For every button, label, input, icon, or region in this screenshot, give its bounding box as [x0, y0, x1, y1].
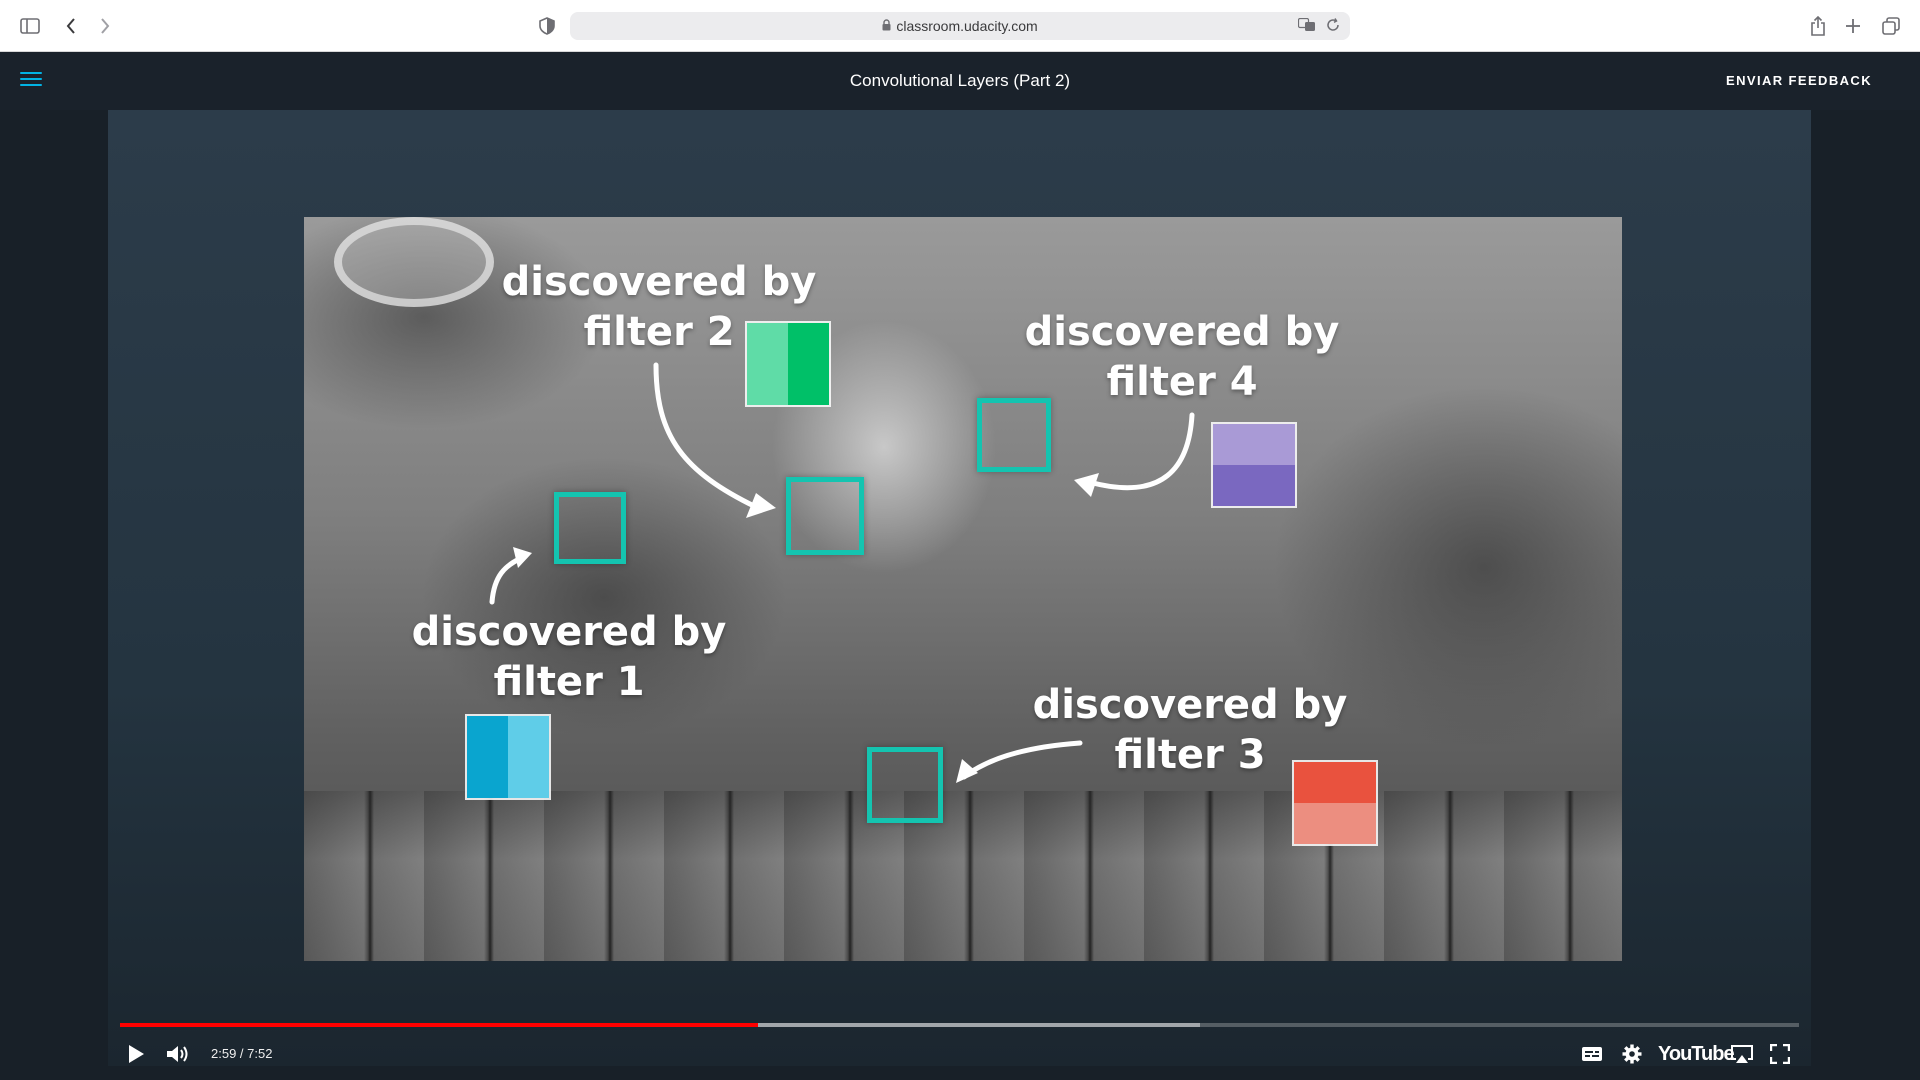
address-bar[interactable]: classroom.udacity.com	[570, 12, 1350, 40]
filter1-swatch-light	[508, 716, 549, 798]
time-display: 2:59 / 7:52	[211, 1046, 273, 1061]
sidebar-icon[interactable]	[17, 13, 43, 39]
hamburger-menu-icon[interactable]	[20, 68, 42, 90]
youtube-logo[interactable]: YouTube	[1658, 1036, 1735, 1072]
browser-toolbar: classroom.udacity.com	[0, 0, 1920, 52]
filter1-label-line1: discovered by	[411, 609, 727, 655]
progress-bar[interactable]	[120, 1023, 1799, 1027]
reload-icon[interactable]	[1326, 18, 1340, 35]
feature-box-filter4	[977, 398, 1051, 472]
new-tab-icon[interactable]	[1840, 13, 1866, 39]
feature-box-filter1	[554, 492, 626, 564]
send-feedback-button[interactable]: ENVIAR FEEDBACK	[1726, 52, 1872, 110]
filter2-swatch	[745, 321, 831, 407]
shield-icon[interactable]	[534, 13, 560, 39]
filter4-label-line2: filter 4	[1106, 359, 1258, 405]
video-player[interactable]: discovered by filter 2 discovered by fil…	[108, 110, 1811, 1066]
share-icon[interactable]	[1805, 13, 1831, 39]
back-icon[interactable]	[58, 13, 84, 39]
captions-icon[interactable]	[1574, 1036, 1610, 1072]
filter2-swatch-light	[747, 323, 788, 405]
translate-icon[interactable]	[1297, 17, 1316, 35]
filter3-label-line1: discovered by	[1032, 682, 1348, 728]
url-text: classroom.udacity.com	[896, 18, 1038, 34]
forward-icon[interactable]	[92, 13, 118, 39]
lesson-title: Convolutional Layers (Part 2)	[849, 71, 1071, 90]
filter4-swatch-dark	[1213, 465, 1295, 506]
classroom-header: Convolutional Layers (Part 2) ENVIAR FEE…	[0, 52, 1920, 110]
filter2-label-line1: discovered by	[501, 259, 817, 305]
filter1-swatch	[465, 714, 551, 800]
filter3-swatch-dark	[1294, 762, 1376, 803]
feature-box-filter3	[867, 747, 943, 823]
filter1-label-line2: filter 1	[493, 659, 645, 705]
fullscreen-icon[interactable]	[1762, 1036, 1798, 1072]
tabs-icon[interactable]	[1878, 13, 1904, 39]
settings-icon[interactable]	[1614, 1036, 1650, 1072]
progress-played	[120, 1023, 759, 1027]
play-icon[interactable]	[118, 1036, 154, 1072]
filter3-swatch-light	[1294, 803, 1376, 844]
video-frame[interactable]: discovered by filter 2 discovered by fil…	[304, 217, 1622, 961]
feature-box-filter2	[786, 477, 864, 555]
filter1-swatch-dark	[467, 716, 508, 798]
airplay-icon[interactable]	[1724, 1036, 1760, 1072]
filter2-swatch-dark	[788, 323, 829, 405]
filter4-label-line1: discovered by	[1024, 309, 1340, 355]
volume-icon[interactable]	[160, 1036, 196, 1072]
filter4-label: discovered by filter 4	[1022, 307, 1342, 407]
filter4-swatch-light	[1213, 424, 1295, 465]
lock-icon	[882, 18, 891, 34]
filter4-swatch	[1211, 422, 1297, 508]
filter1-label: discovered by filter 1	[409, 607, 729, 707]
filter3-swatch	[1292, 760, 1378, 846]
